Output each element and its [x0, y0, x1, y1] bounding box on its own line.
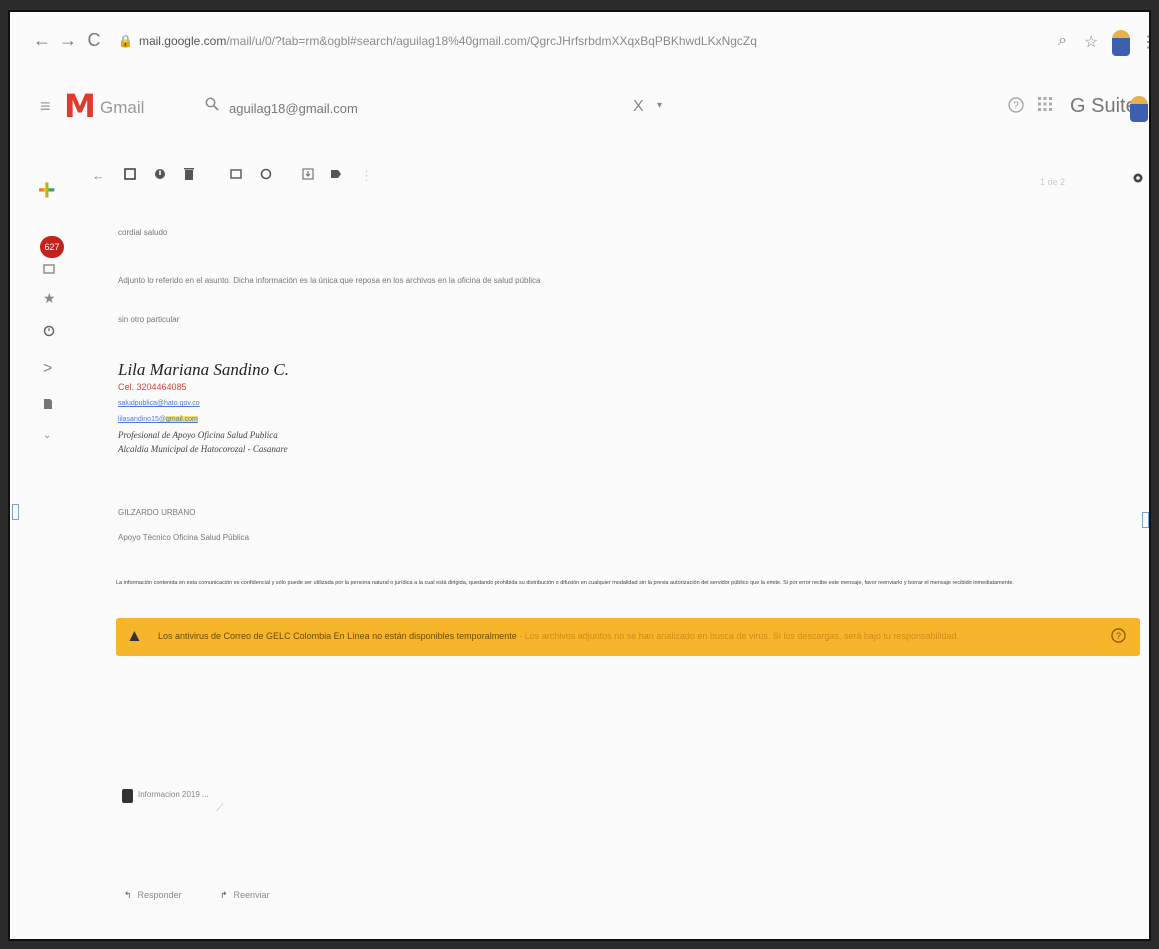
url-path: /mail/u/0/?tab=rm&ogbl#search/aguilag18%…	[226, 34, 757, 48]
search-bar: X ▾	[205, 96, 675, 122]
browser-menu-icon[interactable]: ⋮	[1140, 32, 1149, 52]
more-icon[interactable]: ⌄	[43, 430, 51, 441]
gsuite-logo: G Suite	[1070, 95, 1137, 117]
label-icon[interactable]	[330, 168, 342, 183]
apps-grid-icon[interactable]	[1038, 97, 1052, 114]
warning-text: Los antivirus de Correo de GELC Colombia…	[158, 631, 959, 641]
gmail-logo[interactable]: M	[64, 87, 96, 125]
svg-text:?: ?	[1116, 631, 1121, 641]
warning-help-icon[interactable]: ?	[1111, 628, 1126, 647]
lock-icon: 🔒	[118, 34, 133, 48]
reply-button[interactable]: ↰ Responder	[124, 890, 182, 901]
scan-edge-marker-right	[1142, 512, 1149, 528]
starred-icon[interactable]: ★	[43, 290, 56, 307]
confidentiality-disclaimer: La información contenida en esta comunic…	[116, 580, 1014, 586]
warning-title: Los antivirus de Correo de GELC Colombia…	[158, 631, 517, 641]
browser-profile-avatar[interactable]	[1112, 30, 1130, 56]
antivirus-warning-banner: ▲ Los antivirus de Correo de GELC Colomb…	[116, 618, 1140, 656]
forward-icon: ↱	[220, 890, 228, 900]
delete-icon[interactable]	[184, 168, 194, 183]
signature-org: Alcaldía Municipal de Hatocorozal - Casa…	[118, 444, 288, 454]
greeting-text: cordial saludo	[118, 228, 168, 237]
signature-phone: Cel. 3204464085	[118, 382, 187, 392]
main-menu-icon[interactable]: ≡	[40, 96, 51, 117]
reply-icon: ↰	[124, 890, 132, 900]
search-options-icon[interactable]: ▾	[657, 100, 662, 111]
pager-text: 1 de 2	[1040, 177, 1066, 187]
drafts-icon[interactable]	[43, 397, 53, 413]
compose-button[interactable]: +	[38, 174, 56, 208]
warning-detail: - Los archivos adjuntos no se han analiz…	[516, 631, 959, 641]
report-spam-icon[interactable]	[154, 168, 166, 183]
attachment-name[interactable]: Informacion 2019 ...	[138, 790, 209, 799]
back-icon[interactable]: ←	[32, 30, 52, 51]
forward-button[interactable]: ↱ Reenviar	[220, 890, 270, 901]
scan-edge-marker	[12, 504, 19, 520]
message-toolbar: ← ⋮	[80, 164, 1149, 194]
signature-name: Lila Mariana Sandino C.	[118, 360, 289, 379]
inbox-unread-badge[interactable]: 627	[40, 236, 64, 258]
signature-email-link[interactable]: saludpublica@hato.gov.co	[118, 400, 200, 407]
archive-icon[interactable]	[124, 168, 136, 183]
closing-text: sin otro particular	[118, 315, 180, 324]
screenshot-frame: ← → C 🔒 mail.google.com/mail/u/0/?tab=rm&…	[8, 10, 1151, 941]
reload-icon[interactable]: C	[84, 30, 104, 51]
inbox-icon[interactable]	[43, 262, 55, 278]
attachment-file-icon[interactable]	[122, 789, 133, 803]
signature-email-link-2[interactable]: lilasandino15@gmail.com	[118, 416, 198, 423]
second-sender-name: GILZARDO URBANO	[118, 508, 196, 517]
more-actions-icon[interactable]: ⋮	[360, 168, 373, 184]
search-input[interactable]	[229, 96, 609, 120]
bookmark-star-icon[interactable]: ☆	[1084, 32, 1098, 52]
snooze-icon[interactable]	[260, 168, 272, 183]
account-avatar[interactable]	[1130, 96, 1148, 122]
forward-icon[interactable]: →	[58, 30, 78, 51]
url-host: mail.google.com	[138, 34, 227, 48]
gmail-app-name: Gmail	[100, 98, 145, 117]
zoom-icon[interactable]: ⌕	[1058, 32, 1067, 50]
svg-text:?: ?	[1013, 101, 1019, 112]
help-icon[interactable]: ?	[1008, 97, 1024, 118]
back-to-list-icon[interactable]: ←	[92, 168, 105, 183]
sent-icon[interactable]: >	[43, 360, 52, 378]
address-bar[interactable]: 🔒 mail.google.com/mail/u/0/?tab=rm&ogbl#s…	[118, 34, 1018, 54]
clear-search-button[interactable]: X	[633, 98, 644, 116]
warning-icon: ▲	[126, 626, 143, 645]
body-text: Adjunto lo referido en el asunto. Dicha …	[118, 276, 541, 285]
search-icon[interactable]	[205, 97, 219, 115]
signature-role: Profesional de Apoyo Oficina Salud Publi…	[118, 430, 278, 440]
snoozed-icon[interactable]	[43, 324, 55, 340]
cursor-icon: ⟋	[216, 802, 224, 814]
settings-icon[interactable]	[1132, 172, 1144, 187]
mark-unread-icon[interactable]	[230, 168, 242, 183]
browser-toolbar: ← → C 🔒 mail.google.com/mail/u/0/?tab=rm&…	[10, 12, 1149, 74]
move-to-icon[interactable]	[302, 168, 314, 183]
second-sender-role: Apoyo Técnico Oficina Salud Pública	[118, 533, 250, 542]
